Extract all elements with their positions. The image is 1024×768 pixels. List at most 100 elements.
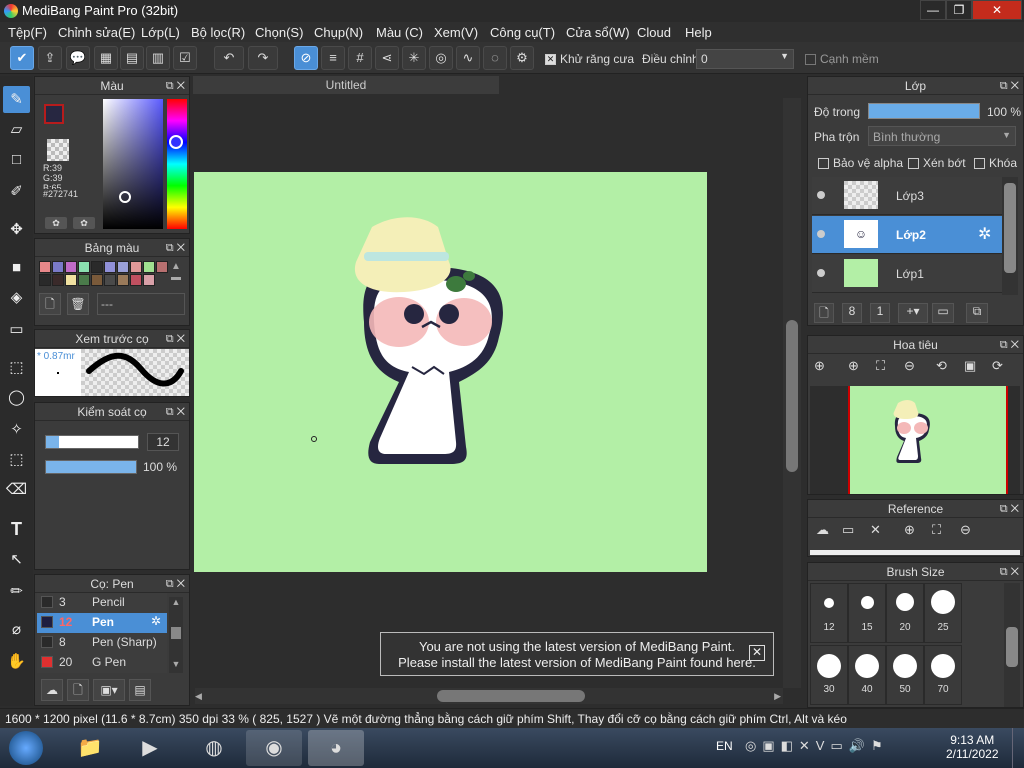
brush-size-option[interactable]: 40	[848, 645, 886, 705]
close-icon[interactable]: ✕	[870, 522, 881, 538]
menu-window[interactable]: Cửa sổ(W)	[566, 25, 630, 40]
close-icon[interactable]: ✕	[749, 645, 765, 661]
drawing-canvas[interactable]	[194, 172, 707, 572]
brush-opacity-slider[interactable]	[45, 460, 137, 474]
panel-popout-close-icons[interactable]: ⧉ ✕	[1000, 500, 1019, 518]
brush-item[interactable]: 8 Pen (Sharp)	[37, 633, 167, 653]
add-layer-menu-icon[interactable]: +▾	[898, 303, 928, 323]
share-icon[interactable]: ⇪	[38, 46, 62, 70]
curve-snap-icon[interactable]: ∿	[456, 46, 480, 70]
brush-size-option[interactable]: 50	[886, 645, 924, 705]
menu-color[interactable]: Màu (C)	[376, 25, 423, 40]
palette-swatch[interactable]	[39, 261, 51, 273]
hue-cursor[interactable]	[169, 135, 183, 149]
color-wheel-icon[interactable]: ✿	[45, 217, 67, 229]
new-layer-icon[interactable]: 🗋	[814, 303, 834, 323]
operation-tool-icon[interactable]: ↖	[3, 546, 30, 573]
palette-swatch[interactable]	[143, 261, 155, 273]
tray-icons[interactable]: ◎▣◧✕V▭🔊⚑	[745, 738, 889, 754]
palette-swatch[interactable]	[91, 274, 103, 286]
brush-size-option[interactable]: 20	[886, 583, 924, 643]
gear-icon[interactable]: ✲	[151, 614, 161, 628]
palette-swatch[interactable]	[117, 261, 129, 273]
color-sliders-icon[interactable]: ✿	[73, 217, 95, 229]
panel-popout-close-icons[interactable]: ⧉ ✕	[1000, 77, 1019, 95]
zoom-in-icon[interactable]: ⊕	[848, 358, 859, 374]
duplicate-layer-icon[interactable]: ⧉	[966, 303, 988, 323]
brush-size-scrollbar[interactable]	[1004, 583, 1020, 707]
navigator-preview[interactable]	[810, 386, 1020, 494]
panel-popout-close-icons[interactable]: ⧉ ✕	[166, 239, 185, 257]
media-player-icon[interactable]: ▶	[122, 730, 178, 766]
brush-size-option[interactable]: 12	[810, 583, 848, 643]
clipping-checkbox[interactable]	[908, 158, 919, 170]
menu-help[interactable]: Help	[685, 25, 712, 40]
new-brush-icon[interactable]: 🗋	[67, 679, 89, 701]
menu-snap[interactable]: Chụp(N)	[314, 25, 363, 40]
lock-checkbox[interactable]	[974, 158, 985, 170]
menu-view[interactable]: Xem(V)	[434, 25, 478, 40]
layer-row[interactable]: Lớp3	[812, 177, 1002, 215]
palette-swatch[interactable]	[78, 274, 90, 286]
palette-swatch[interactable]	[130, 261, 142, 273]
trash-icon[interactable]: 🗑	[67, 293, 89, 315]
hue-slider[interactable]	[167, 99, 187, 229]
palette-swatch[interactable]	[130, 274, 142, 286]
adjust-select[interactable]: 0 ▼	[696, 49, 794, 69]
select-rect-icon[interactable]: ⬚	[3, 354, 30, 381]
reference-image-area[interactable]	[810, 550, 1020, 555]
hand-tool-icon[interactable]: ✋	[3, 648, 30, 675]
ellipse-snap-icon[interactable]: ◌	[483, 46, 507, 70]
brush-list-scrollbar[interactable]: ▲ ▼	[169, 597, 183, 673]
brush-size-option[interactable]: 30	[810, 645, 848, 705]
horizontal-scroll-thumb[interactable]	[437, 690, 585, 702]
add-brush-cloud-icon[interactable]: ☁	[41, 679, 63, 701]
brush-props-icon[interactable]: ▤	[129, 679, 151, 701]
antialias-checkbox[interactable]: ✕	[545, 54, 556, 66]
palette-swatch[interactable]	[143, 274, 155, 286]
brush-item[interactable]: 20 G Pen	[37, 653, 167, 673]
perspective-snap-icon[interactable]: ⋖	[375, 46, 399, 70]
select-pen-tool-icon[interactable]: ⬚	[3, 446, 30, 473]
panel-popout-close-icons[interactable]: ⧉ ✕	[1000, 336, 1019, 354]
panel-popout-close-icons[interactable]: ⧉ ✕	[166, 403, 185, 421]
protect-alpha-checkbox[interactable]	[818, 158, 829, 170]
menu-tools[interactable]: Công cụ(T)	[490, 25, 555, 40]
menu-file[interactable]: Tệp(F)	[8, 25, 47, 40]
palette-swatches[interactable]	[39, 261, 169, 286]
folder-icon[interactable]: ▭	[842, 522, 854, 538]
brush-item-selected[interactable]: 12 Pen ✲	[37, 613, 167, 633]
start-button[interactable]	[4, 730, 48, 766]
zoom-fit-icon[interactable]: ⊕	[814, 358, 825, 374]
canvas-vertical-scrollbar[interactable]	[783, 98, 801, 688]
app-launcher-icon[interactable]: ◍	[186, 730, 242, 766]
brush-tool-icon[interactable]: ✎	[3, 86, 30, 113]
brush-size-slider[interactable]	[45, 435, 139, 449]
menu-layer[interactable]: Lớp(L)	[141, 25, 180, 40]
fit-window-icon[interactable]: ⛶	[876, 358, 885, 374]
zoom-out-icon[interactable]: ⊖	[904, 358, 915, 374]
palette-swatch[interactable]	[156, 261, 168, 273]
select-eraser-icon[interactable]: ⌫	[3, 476, 30, 503]
radial-snap-icon[interactable]: ✳	[402, 46, 426, 70]
settings-icon[interactable]: ⚙	[510, 46, 534, 70]
redo-icon[interactable]: ↷	[248, 46, 278, 70]
menu-cloud[interactable]: Cloud	[637, 25, 671, 40]
snap-off-icon[interactable]: ⊘	[294, 46, 318, 70]
brush-size-option[interactable]: 25	[924, 583, 962, 643]
layer-list-scrollbar[interactable]	[1002, 177, 1018, 295]
panel-popout-close-icons[interactable]: ⧉ ✕	[166, 77, 185, 95]
palette-swatch[interactable]	[65, 261, 77, 273]
scroll-left-icon[interactable]: ◀	[195, 691, 202, 701]
lasso-tool-icon[interactable]: ◯	[3, 384, 30, 411]
layer-row-selected[interactable]: ☺ Lớp2 ✲	[812, 216, 1002, 254]
color-picker-cursor[interactable]	[119, 191, 131, 203]
palette-name-field[interactable]: ---	[97, 293, 185, 315]
blend-mode-select[interactable]: Bình thường ▼	[868, 126, 1016, 146]
foreground-color-swatch[interactable]	[44, 104, 64, 124]
frame-icon[interactable]: ▦	[94, 46, 118, 70]
canvas-horizontal-scrollbar[interactable]: ◀ ▶	[195, 688, 783, 704]
gear-icon[interactable]: ✲	[978, 224, 991, 244]
brush-size-value[interactable]: 12	[147, 433, 179, 451]
grid-snap-icon[interactable]: #	[348, 46, 372, 70]
